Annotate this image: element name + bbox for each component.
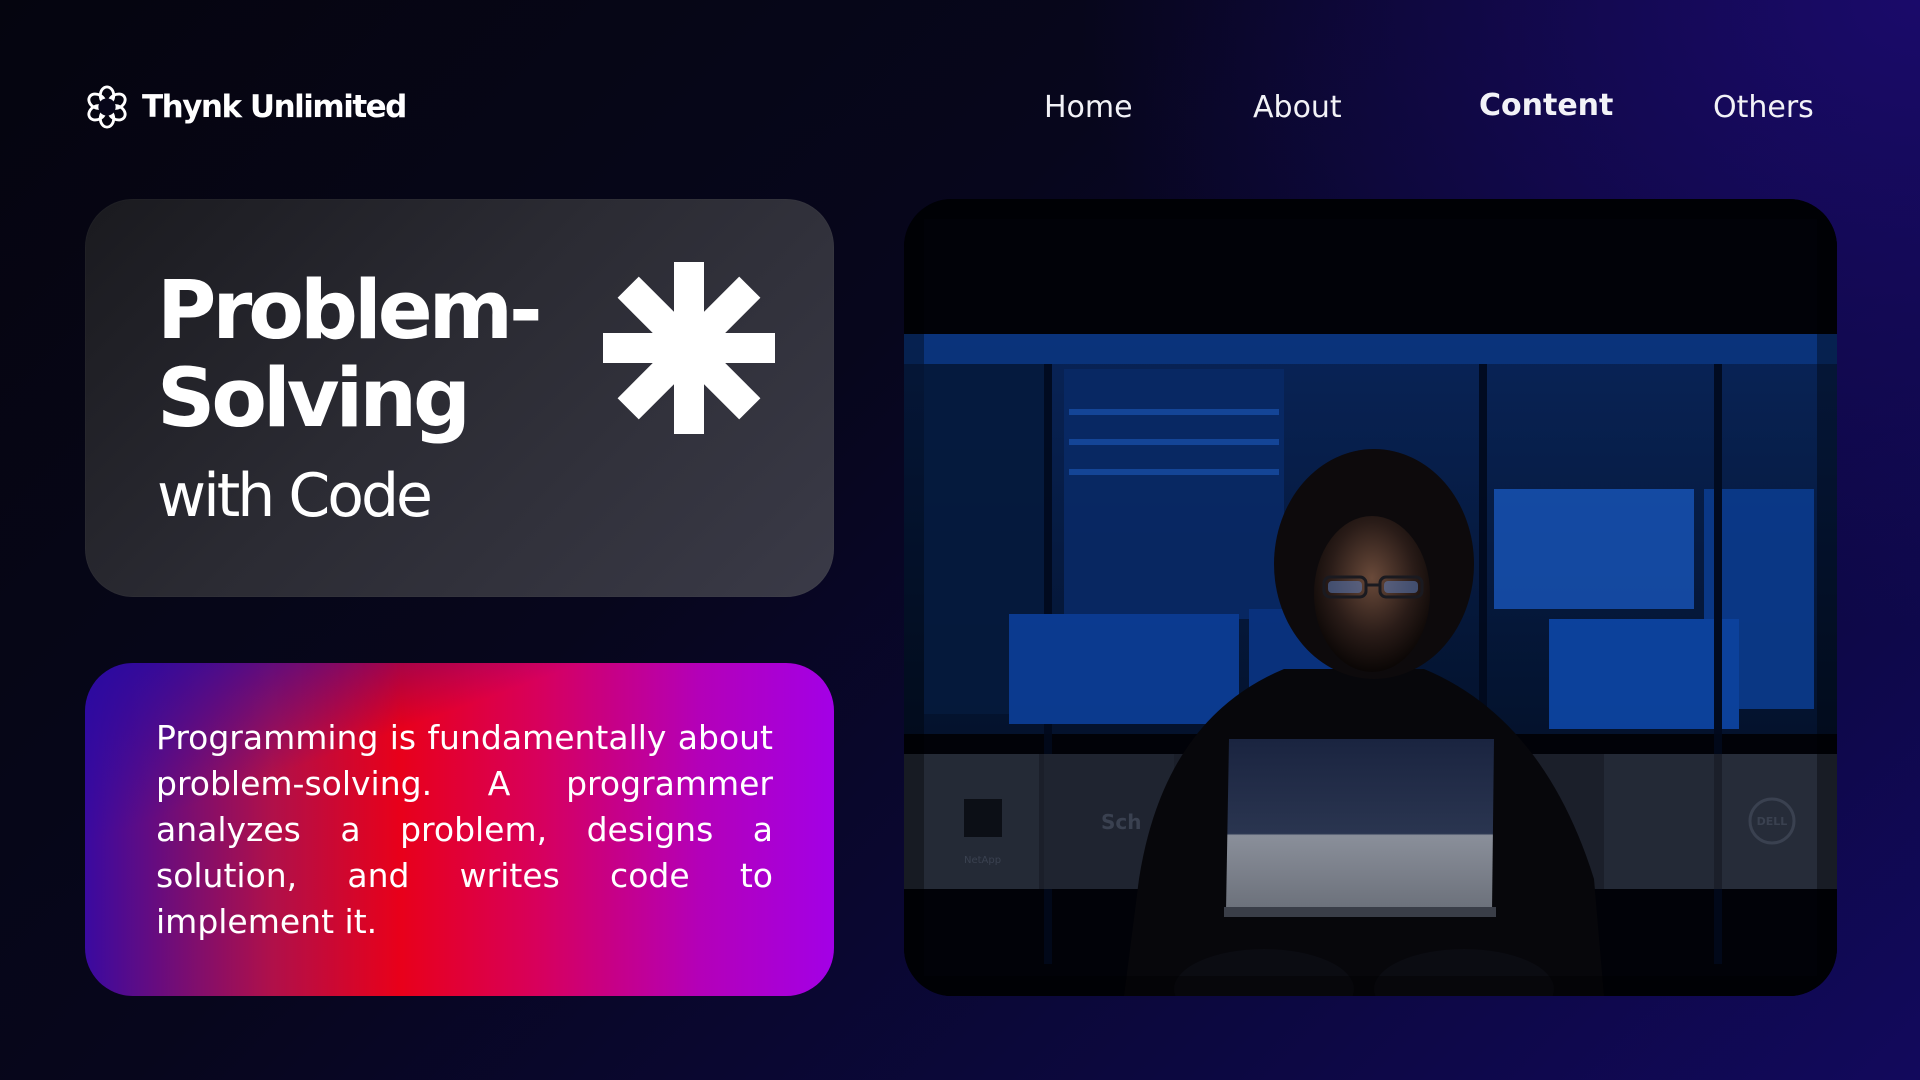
description-text: Programming is fundamentally about probl… <box>156 718 773 941</box>
rack-label-netapp: NetApp <box>964 855 1001 866</box>
rack-label-sch: Sch <box>1101 810 1142 834</box>
nav-item-content[interactable]: Content <box>1479 88 1613 123</box>
main-nav: Home About Content Others <box>0 0 1920 150</box>
nav-item-about[interactable]: About <box>1253 90 1342 125</box>
photo-illustration: NetApp Sch DELL <box>904 199 1837 996</box>
title-card: Problem-Solving with Code <box>85 199 834 597</box>
asterisk-icon <box>603 262 775 434</box>
description-card: Programming is fundamentally about probl… <box>85 663 834 996</box>
hero-photo: NetApp Sch DELL <box>904 199 1837 996</box>
rack-label-dell: DELL <box>1757 815 1788 828</box>
nav-item-home[interactable]: Home <box>1044 90 1133 125</box>
page-title: Problem-Solving <box>157 264 543 446</box>
nav-item-others[interactable]: Others <box>1713 90 1814 125</box>
page-subtitle: with Code <box>157 461 433 531</box>
